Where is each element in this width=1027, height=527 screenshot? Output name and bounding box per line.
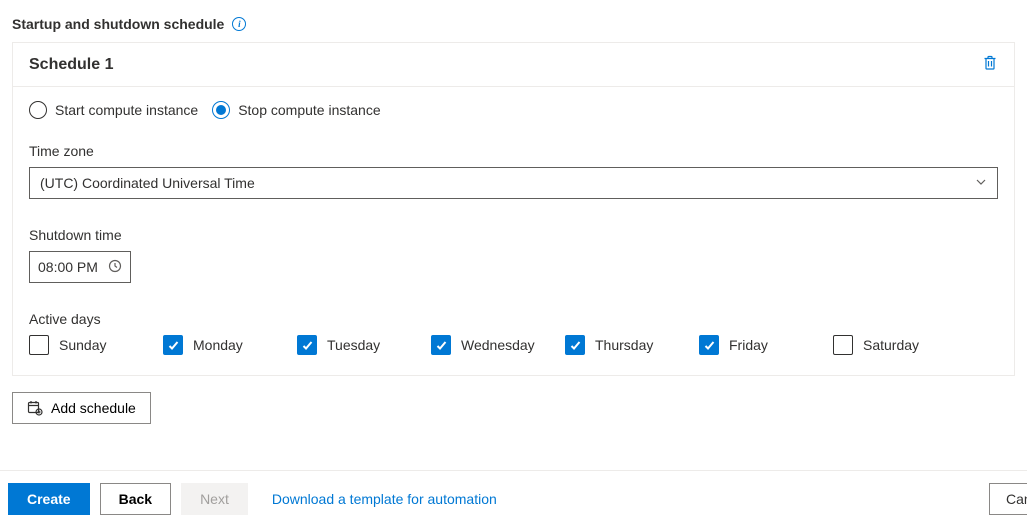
footer-right: Cancel bbox=[989, 483, 1027, 515]
download-template-link[interactable]: Download a template for automation bbox=[272, 491, 497, 507]
schedule-card-header: Schedule 1 bbox=[13, 43, 1014, 87]
day-checkbox-friday[interactable]: Friday bbox=[699, 335, 809, 355]
checkbox-unchecked-icon bbox=[29, 335, 49, 355]
day-label: Saturday bbox=[863, 337, 919, 353]
day-checkbox-saturday[interactable]: Saturday bbox=[833, 335, 943, 355]
active-days-label: Active days bbox=[29, 311, 998, 327]
radio-group-action: Start compute instance Stop compute inst… bbox=[29, 101, 998, 119]
checkbox-checked-icon bbox=[163, 335, 183, 355]
radio-label: Start compute instance bbox=[55, 102, 198, 118]
schedule-card-body: Start compute instance Stop compute inst… bbox=[13, 87, 1014, 375]
section-header: Startup and shutdown schedule i bbox=[0, 0, 1027, 42]
radio-circle-icon bbox=[29, 101, 47, 119]
info-icon[interactable]: i bbox=[232, 17, 246, 31]
shutdown-time-label: Shutdown time bbox=[29, 227, 998, 243]
checkbox-checked-icon bbox=[431, 335, 451, 355]
day-label: Thursday bbox=[595, 337, 653, 353]
calendar-add-icon bbox=[27, 400, 43, 416]
footer-bar: Create Back Next Download a template for… bbox=[0, 470, 1027, 527]
day-label: Sunday bbox=[59, 337, 106, 353]
checkbox-checked-icon bbox=[699, 335, 719, 355]
day-label: Friday bbox=[729, 337, 768, 353]
section-title: Startup and shutdown schedule bbox=[12, 16, 224, 32]
checkbox-unchecked-icon bbox=[833, 335, 853, 355]
create-button[interactable]: Create bbox=[8, 483, 90, 515]
day-checkbox-tuesday[interactable]: Tuesday bbox=[297, 335, 407, 355]
active-days-row: Sunday Monday Tuesday Wednesday Thursday Frid… bbox=[29, 335, 998, 355]
day-checkbox-monday[interactable]: Monday bbox=[163, 335, 273, 355]
timezone-select[interactable]: (UTC) Coordinated Universal Time bbox=[29, 167, 998, 199]
radio-dot-icon bbox=[216, 105, 226, 115]
next-button: Next bbox=[181, 483, 248, 515]
checkbox-checked-icon bbox=[297, 335, 317, 355]
radio-start-compute[interactable]: Start compute instance bbox=[29, 101, 198, 119]
checkbox-checked-icon bbox=[565, 335, 585, 355]
day-label: Wednesday bbox=[461, 337, 535, 353]
add-schedule-button[interactable]: Add schedule bbox=[12, 392, 151, 424]
schedule-title: Schedule 1 bbox=[29, 56, 113, 74]
timezone-value: (UTC) Coordinated Universal Time bbox=[40, 175, 255, 191]
shutdown-time-value: 08:00 PM bbox=[38, 259, 98, 275]
timezone-label: Time zone bbox=[29, 143, 998, 159]
schedule-card: Schedule 1 Start compute instance Stop c… bbox=[12, 42, 1015, 376]
cancel-button[interactable]: Cancel bbox=[989, 483, 1027, 515]
shutdown-time-input[interactable]: 08:00 PM bbox=[29, 251, 131, 283]
day-label: Monday bbox=[193, 337, 243, 353]
trash-icon[interactable] bbox=[982, 55, 998, 74]
clock-icon bbox=[108, 259, 122, 276]
day-checkbox-thursday[interactable]: Thursday bbox=[565, 335, 675, 355]
back-button[interactable]: Back bbox=[100, 483, 171, 515]
chevron-down-icon bbox=[975, 175, 987, 191]
add-schedule-label: Add schedule bbox=[51, 400, 136, 416]
radio-label: Stop compute instance bbox=[238, 102, 380, 118]
radio-stop-compute[interactable]: Stop compute instance bbox=[212, 101, 380, 119]
day-checkbox-sunday[interactable]: Sunday bbox=[29, 335, 139, 355]
radio-circle-checked-icon bbox=[212, 101, 230, 119]
day-checkbox-wednesday[interactable]: Wednesday bbox=[431, 335, 541, 355]
day-label: Tuesday bbox=[327, 337, 380, 353]
